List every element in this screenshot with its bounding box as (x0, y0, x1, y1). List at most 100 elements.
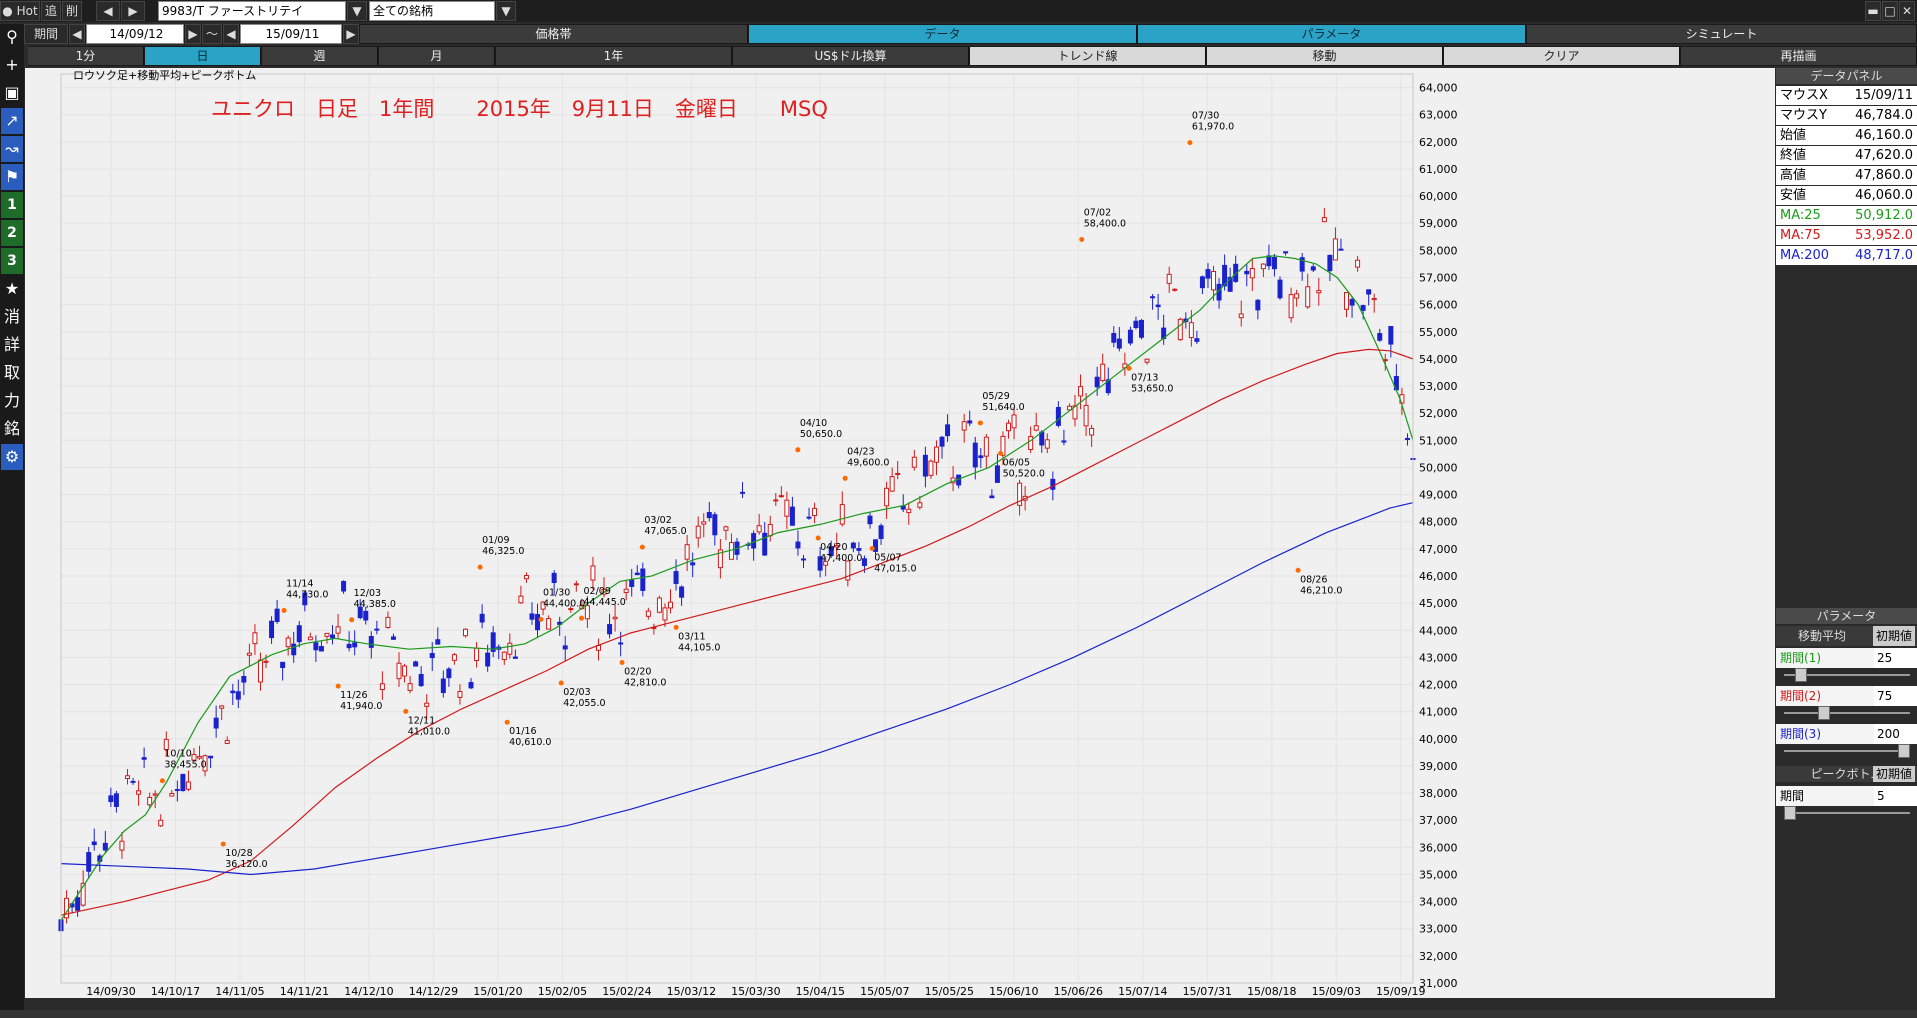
tf-week[interactable]: 週 (262, 47, 378, 65)
symbol-button[interactable]: 銘 (1, 416, 23, 442)
peak-period-input[interactable]: 5 (1874, 786, 1917, 806)
delete-button[interactable]: 削 (62, 1, 82, 21)
chart-multi-icon[interactable]: ↝ (1, 136, 23, 162)
close-button[interactable]: ✕ (1899, 1, 1915, 21)
slider-knob[interactable] (1898, 744, 1910, 758)
peak-date: 01/16 (509, 726, 536, 737)
candle-body (291, 643, 297, 656)
market-dropdown[interactable]: ▼ (496, 1, 516, 21)
date-from-field[interactable]: 14/09/12 (86, 24, 184, 44)
preset-3-button[interactable]: 3 (1, 248, 23, 274)
tf-1year[interactable]: 1年 (496, 47, 732, 65)
arrow-right-icon: ▶ (346, 27, 356, 41)
redraw-button[interactable]: 再描画 (1681, 47, 1917, 65)
candle-body (330, 634, 336, 639)
star-icon[interactable]: ★ (1, 276, 23, 302)
peak-bottom-title: ピークボトム 初期値 (1776, 766, 1917, 782)
ticker-dropdown[interactable]: ▼ (347, 1, 367, 21)
candle-body (978, 455, 984, 459)
peak-value: 41,940.0 (340, 701, 382, 712)
search-icon[interactable]: ⚲ (1, 24, 23, 50)
detail-button[interactable]: 詳 (1, 332, 23, 358)
candle-body (1044, 439, 1050, 449)
date-to-prev[interactable]: ◀ (223, 24, 239, 44)
tf-month[interactable]: 月 (379, 47, 495, 65)
trendline-button[interactable]: トレンド線 (970, 47, 1206, 65)
candle-body (1150, 296, 1156, 299)
tab-simulate[interactable]: シミュレート (1527, 25, 1917, 43)
slider-knob[interactable] (1784, 806, 1796, 820)
x-tick-label: 15/09/03 (1312, 985, 1361, 998)
param-value-input[interactable]: 25 (1874, 648, 1917, 668)
y-tick-label: 62,000 (1419, 136, 1458, 149)
tab-data[interactable]: データ (749, 25, 1137, 43)
param-value-input[interactable]: 75 (1874, 686, 1917, 706)
add-button[interactable]: 追 (41, 1, 61, 21)
delete-tool-button[interactable]: 消 (1, 304, 23, 330)
tab-price-band[interactable]: 価格帯 (360, 25, 748, 43)
candle-body (147, 796, 153, 806)
param-slider[interactable] (1784, 706, 1910, 720)
candle-body (662, 607, 668, 621)
candle-body (751, 533, 757, 549)
peak-value: 41,010.0 (408, 726, 450, 737)
date-to-field[interactable]: 15/09/11 (240, 24, 342, 44)
chart-line-icon[interactable]: ↗ (1, 108, 23, 134)
param-slider[interactable] (1784, 668, 1910, 682)
market-select[interactable]: 全ての銘柄 (369, 1, 495, 21)
hot-button[interactable]: ● Hot (0, 1, 40, 21)
bottom-scrollbar[interactable] (0, 1010, 1917, 1018)
gear-icon[interactable]: ⚙ (1, 444, 23, 470)
candle-body (385, 616, 391, 629)
preset-1-button[interactable]: 1 (1, 192, 23, 218)
flag-icon[interactable]: ⚑ (1, 164, 23, 190)
candle-body (246, 652, 252, 656)
y-tick-label: 60,000 (1419, 190, 1458, 203)
peak-marker (1079, 237, 1085, 243)
x-tick-label: 15/03/12 (667, 985, 716, 998)
peak-value: 47,400.0 (820, 553, 862, 564)
trade-button[interactable]: 取 (1, 360, 23, 386)
chart-area[interactable]: 10/10 38,455.0 10/28 36,120.0 11/14 44,730.0 1… (25, 68, 1775, 998)
ticker-field[interactable]: 9983/T ファーストリテイ (158, 1, 346, 21)
peak-reset-button[interactable]: 初期値 (1872, 766, 1915, 782)
candle-body (989, 495, 995, 499)
tf-1min[interactable]: 1分 (28, 47, 144, 65)
candle-body (313, 642, 319, 651)
param-value-input[interactable]: 200 (1874, 724, 1917, 744)
usd-convert-button[interactable]: US$ドル換算 (733, 47, 969, 65)
prev-symbol-button[interactable]: ◀ (96, 1, 120, 21)
move-button[interactable]: 移動 (1207, 47, 1443, 65)
minimize-button[interactable]: ▬ (1865, 1, 1881, 21)
tf-day[interactable]: 日 (145, 47, 261, 65)
slider-knob[interactable] (1795, 668, 1807, 682)
x-tick-label: 15/05/25 (925, 985, 974, 998)
param-slider[interactable] (1784, 744, 1910, 758)
candle-body (1310, 266, 1316, 271)
peak-marker (673, 624, 679, 630)
slider-knob[interactable] (1818, 706, 1830, 720)
clear-button[interactable]: クリア (1444, 47, 1680, 65)
candle-body (618, 642, 624, 645)
preset-2-button[interactable]: 2 (1, 220, 23, 246)
date-to-next[interactable]: ▶ (343, 24, 359, 44)
peak-period-slider[interactable] (1784, 806, 1910, 820)
peak-marker (815, 535, 821, 541)
candle-body (1050, 478, 1056, 490)
maximize-button[interactable]: □ (1882, 1, 1898, 21)
candle-body (1039, 431, 1045, 446)
next-symbol-button[interactable]: ▶ (121, 1, 145, 21)
candle-body (906, 508, 912, 514)
tab-parameters[interactable]: パラメータ (1138, 25, 1526, 43)
power-button[interactable]: 力 (1, 388, 23, 414)
ma-section-header: 移動平均 初期値 (1776, 626, 1917, 646)
data-row: MA:25 50,912.0 (1776, 206, 1917, 225)
plus-icon[interactable]: + (1, 52, 23, 78)
date-from-prev[interactable]: ◀ (69, 24, 85, 44)
reset-button[interactable]: 初期値 (1872, 626, 1915, 646)
peak-date: 01/30 (543, 587, 570, 598)
camera-icon[interactable]: ▣ (1, 80, 23, 106)
date-from-next[interactable]: ▶ (185, 24, 201, 44)
x-tick-label: 15/05/07 (860, 985, 909, 998)
candle-body (695, 525, 701, 539)
